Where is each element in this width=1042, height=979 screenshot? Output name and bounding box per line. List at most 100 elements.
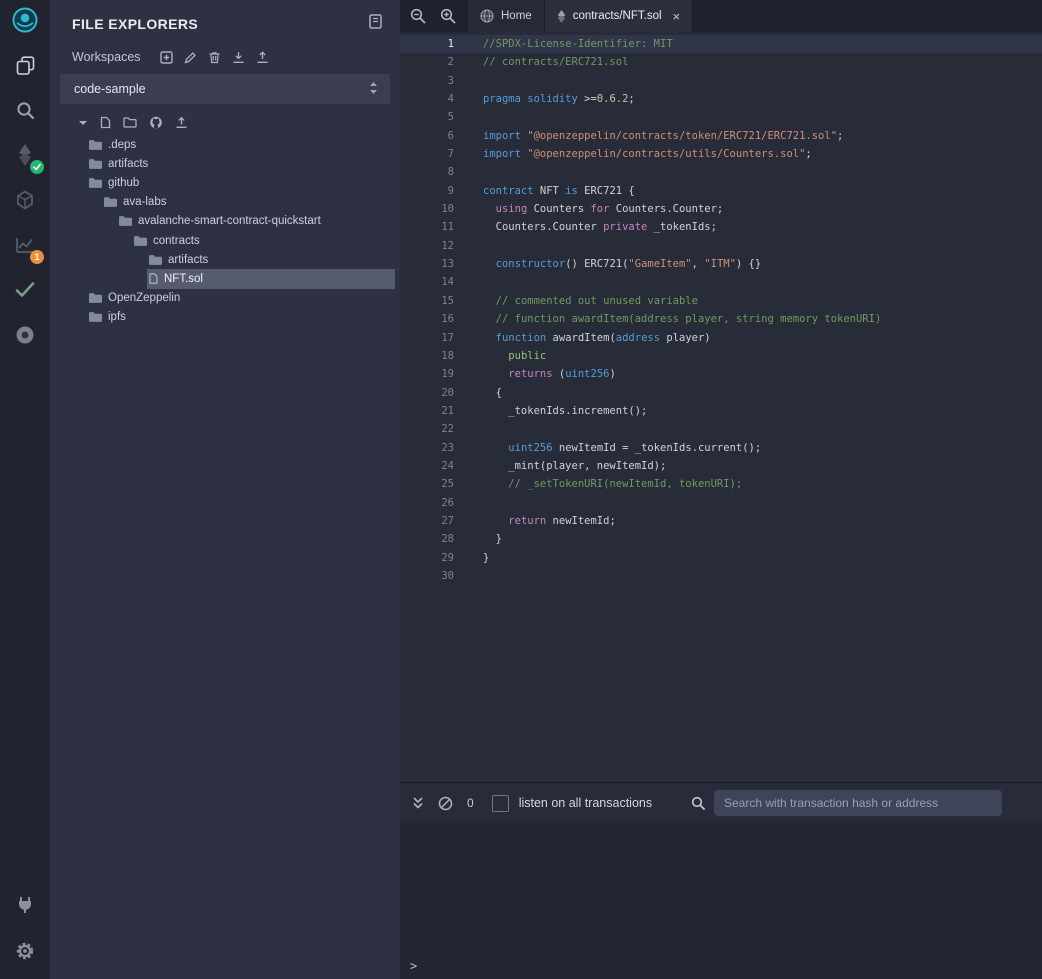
line-number[interactable]: 8: [400, 163, 471, 181]
code-line[interactable]: 1//SPDX-License-Identifier: MIT: [400, 35, 1042, 53]
github-clone-icon[interactable]: [149, 116, 163, 129]
line-number[interactable]: 19: [400, 365, 471, 383]
code-line[interactable]: 8: [400, 163, 1042, 181]
code-line[interactable]: 29}: [400, 549, 1042, 567]
line-number[interactable]: 17: [400, 329, 471, 347]
terminal-search-input[interactable]: [714, 790, 1002, 816]
workspace-select[interactable]: code-sample: [60, 74, 390, 104]
line-number[interactable]: 22: [400, 420, 471, 438]
code-line[interactable]: 13 constructor() ERC721("GameItem", "ITM…: [400, 255, 1042, 273]
line-number[interactable]: 14: [400, 273, 471, 291]
rename-workspace-icon[interactable]: [184, 51, 197, 64]
code-line[interactable]: 12: [400, 237, 1042, 255]
download-workspaces-icon[interactable]: [232, 51, 245, 64]
code-line[interactable]: 28 }: [400, 530, 1042, 548]
create-workspace-icon[interactable]: [160, 51, 173, 64]
collapse-tree-icon[interactable]: [78, 118, 88, 128]
upload-file-icon[interactable]: [175, 116, 188, 129]
line-number[interactable]: 11: [400, 218, 471, 236]
line-number[interactable]: 29: [400, 549, 471, 567]
line-number[interactable]: 7: [400, 145, 471, 163]
restore-workspaces-icon[interactable]: [256, 51, 269, 64]
tab-close-icon[interactable]: ×: [673, 10, 681, 23]
terminal-expand-icon[interactable]: [412, 796, 424, 810]
analytics-icon[interactable]: 1: [11, 231, 39, 259]
code-line[interactable]: 18 public: [400, 347, 1042, 365]
code-line[interactable]: 27 return newItemId;: [400, 512, 1042, 530]
line-number[interactable]: 10: [400, 200, 471, 218]
tree-item-ava-labs[interactable]: ava-labs: [50, 193, 400, 212]
code-line[interactable]: 20 {: [400, 384, 1042, 402]
search-icon[interactable]: [11, 96, 39, 124]
tab-contracts-nft-sol[interactable]: contracts/NFT.sol×: [545, 0, 693, 32]
line-number[interactable]: 30: [400, 567, 471, 585]
terminal-clear-icon[interactable]: [438, 796, 453, 811]
tree-item-openzeppelin[interactable]: OpenZeppelin: [50, 289, 400, 308]
remix-logo-icon[interactable]: [11, 6, 39, 34]
terminal-content[interactable]: >: [400, 823, 1042, 979]
code-line[interactable]: 26: [400, 494, 1042, 512]
settings-icon[interactable]: [11, 937, 39, 965]
deploy-run-icon[interactable]: [11, 186, 39, 214]
code-line[interactable]: 11 Counters.Counter private _tokenIds;: [400, 218, 1042, 236]
code-line[interactable]: 14: [400, 273, 1042, 291]
code-line[interactable]: 24 _mint(player, newItemId);: [400, 457, 1042, 475]
line-number[interactable]: 18: [400, 347, 471, 365]
tree-item-avalanche-smart-contract-quickstart[interactable]: avalanche-smart-contract-quickstart: [50, 212, 400, 231]
solidity-compiler-icon[interactable]: [11, 141, 39, 169]
line-number[interactable]: 25: [400, 475, 471, 493]
tree-item-contracts[interactable]: contracts: [50, 231, 400, 250]
code-editor[interactable]: 1//SPDX-License-Identifier: MIT2// contr…: [400, 32, 1042, 782]
line-number[interactable]: 20: [400, 384, 471, 402]
code-line[interactable]: 9contract NFT is ERC721 {: [400, 182, 1042, 200]
code-line[interactable]: 17 function awardItem(address player): [400, 329, 1042, 347]
code-line[interactable]: 2// contracts/ERC721.sol: [400, 53, 1042, 71]
line-number[interactable]: 24: [400, 457, 471, 475]
code-line[interactable]: 23 uint256 newItemId = _tokenIds.current…: [400, 439, 1042, 457]
panel-menu-icon[interactable]: [369, 14, 382, 34]
line-number[interactable]: 23: [400, 439, 471, 457]
zoom-out-icon[interactable]: [410, 8, 426, 24]
line-number[interactable]: 27: [400, 512, 471, 530]
listen-transactions-checkbox[interactable]: [492, 795, 509, 812]
code-line[interactable]: 21 _tokenIds.increment();: [400, 402, 1042, 420]
code-line[interactable]: 22: [400, 420, 1042, 438]
code-line[interactable]: 6import "@openzeppelin/contracts/token/E…: [400, 127, 1042, 145]
delete-workspace-icon[interactable]: [208, 51, 221, 64]
line-number[interactable]: 6: [400, 127, 471, 145]
tree-item-github[interactable]: github: [50, 173, 400, 192]
tree-item-artifacts[interactable]: artifacts: [50, 250, 400, 269]
code-line[interactable]: 3: [400, 72, 1042, 90]
new-file-icon[interactable]: [100, 116, 111, 129]
line-number[interactable]: 5: [400, 108, 471, 126]
tree-item-artifacts[interactable]: artifacts: [50, 154, 400, 173]
line-number[interactable]: 2: [400, 53, 471, 71]
code-line[interactable]: 16 // function awardItem(address player,…: [400, 310, 1042, 328]
code-line[interactable]: 30: [400, 567, 1042, 585]
line-number[interactable]: 16: [400, 310, 471, 328]
code-line[interactable]: 5: [400, 108, 1042, 126]
line-number[interactable]: 28: [400, 530, 471, 548]
tree-item--deps[interactable]: .deps: [50, 135, 400, 154]
code-line[interactable]: 7import "@openzeppelin/contracts/utils/C…: [400, 145, 1042, 163]
tab-home[interactable]: Home: [468, 0, 545, 32]
new-folder-icon[interactable]: [123, 117, 137, 128]
code-line[interactable]: 19 returns (uint256): [400, 365, 1042, 383]
line-number[interactable]: 15: [400, 292, 471, 310]
sourcify-icon[interactable]: [11, 321, 39, 349]
code-line[interactable]: 10 using Counters for Counters.Counter;: [400, 200, 1042, 218]
tree-item-nft-sol[interactable]: NFT.sol: [50, 269, 400, 288]
line-number[interactable]: 26: [400, 494, 471, 512]
line-number[interactable]: 13: [400, 255, 471, 273]
code-line[interactable]: 15 // commented out unused variable: [400, 292, 1042, 310]
line-number[interactable]: 1: [400, 35, 471, 53]
code-line[interactable]: 25 // _setTokenURI(newItemId, tokenURI);: [400, 475, 1042, 493]
line-number[interactable]: 3: [400, 72, 471, 90]
unit-testing-icon[interactable]: [11, 276, 39, 304]
code-line[interactable]: 4pragma solidity >=0.6.2;: [400, 90, 1042, 108]
line-number[interactable]: 9: [400, 182, 471, 200]
zoom-in-icon[interactable]: [440, 8, 456, 24]
tree-item-ipfs[interactable]: ipfs: [50, 308, 400, 327]
line-number[interactable]: 21: [400, 402, 471, 420]
line-number[interactable]: 12: [400, 237, 471, 255]
